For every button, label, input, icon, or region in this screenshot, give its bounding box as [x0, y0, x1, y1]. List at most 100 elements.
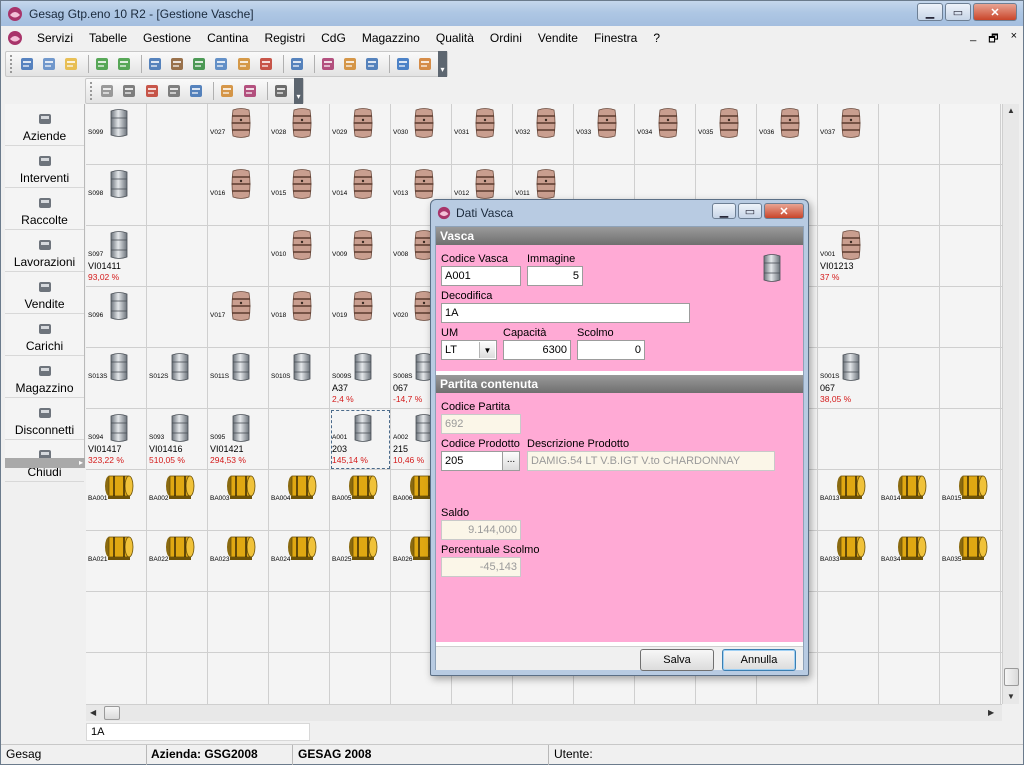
tank-cell-s010s[interactable]: S010S: [269, 348, 330, 409]
tank-cell-s009s[interactable]: S009S A37 2,4 %: [330, 348, 391, 409]
tank-cell-s013s[interactable]: S013S: [86, 348, 147, 409]
truck-icon[interactable]: [341, 54, 359, 74]
tank-cell-v016[interactable]: V016: [208, 165, 269, 226]
tank-cell-v031[interactable]: V031: [452, 104, 513, 165]
tank-cell-s098[interactable]: S098: [86, 165, 147, 226]
tank-cell-ba004[interactable]: BA004: [269, 470, 330, 531]
menu-vendite[interactable]: Vendite: [530, 31, 586, 45]
menu-registri[interactable]: Registri: [256, 31, 313, 45]
tank-cell-ba005[interactable]: BA005: [330, 470, 391, 531]
scroll-down-arrow-icon[interactable]: ▼: [1007, 692, 1015, 701]
menu-gestione[interactable]: Gestione: [135, 31, 199, 45]
menu-magazzino[interactable]: Magazzino: [354, 31, 428, 45]
dialog-maximize-button[interactable]: ▭: [738, 203, 762, 219]
tank-cell-v019[interactable]: V019: [330, 287, 391, 348]
scroll-right-arrow-icon[interactable]: ▶: [988, 708, 994, 717]
tank-cell-v001[interactable]: V001 VI01213 37 %: [818, 226, 879, 287]
mdi-restore-button[interactable]: 🗗: [988, 30, 998, 49]
tank-cell-s011s[interactable]: S011S: [208, 348, 269, 409]
tank-cell-ba021[interactable]: BA021: [86, 531, 147, 592]
tank-cell-ba035[interactable]: BA035: [940, 531, 1001, 592]
horizontal-scrollbar[interactable]: ◀ ▶: [86, 704, 1002, 721]
network-icon[interactable]: [288, 54, 306, 74]
tank-cell-v035[interactable]: V035: [696, 104, 757, 165]
annulla-button[interactable]: Annulla: [722, 649, 796, 671]
tank-cell-v034[interactable]: V034: [635, 104, 696, 165]
title-bar[interactable]: Gesag Gtp.eno 10 R2 - [Gestione Vasche] …: [1, 1, 1023, 26]
tank-cell-a001[interactable]: A001 203 145,14 %: [330, 409, 391, 470]
chevron-down-icon[interactable]: ▼: [479, 342, 495, 358]
tank-cell-s097[interactable]: S097 VI01411 93,02 %: [86, 226, 147, 287]
tank-cell-v017[interactable]: V017: [208, 287, 269, 348]
calendar-icon[interactable]: [363, 54, 381, 74]
codice-vasca-field[interactable]: A001: [441, 266, 521, 286]
vertical-scroll-thumb[interactable]: [1004, 668, 1019, 686]
export-icon[interactable]: [212, 54, 230, 74]
sidebar-item-disconnetti[interactable]: Disconnetti: [5, 398, 84, 440]
minimize-button[interactable]: ▁: [917, 3, 943, 21]
tank-cell-s001s[interactable]: S001S 067 38,05 %: [818, 348, 879, 409]
horizontal-scroll-thumb[interactable]: [104, 706, 120, 720]
dialog-title-bar[interactable]: Dati Vasca ▁ ▭ ✕: [431, 200, 808, 226]
tank-cell-v009[interactable]: V009: [330, 226, 391, 287]
sidebar-collapse-button[interactable]: ▸: [5, 458, 85, 468]
capacita-field[interactable]: 6300: [503, 340, 571, 360]
toolbar-overflow-button[interactable]: ▾: [293, 78, 304, 104]
tank-cell-v027[interactable]: V027: [208, 104, 269, 165]
sidebar-item-aziende[interactable]: Aziende: [5, 104, 84, 146]
tank-cell-s093[interactable]: S093 VI01416 510,05 %: [147, 409, 208, 470]
tank-cell-v028[interactable]: V028: [269, 104, 330, 165]
menu-tabelle[interactable]: Tabelle: [81, 31, 135, 45]
tank-cell-v030[interactable]: V030: [391, 104, 452, 165]
tank-cell-v014[interactable]: V014: [330, 165, 391, 226]
tank-cell-ba033[interactable]: BA033: [818, 531, 879, 592]
menu-cantina[interactable]: Cantina: [199, 31, 256, 45]
report-a-icon[interactable]: [234, 54, 252, 74]
sidebar-item-raccolte[interactable]: Raccolte: [5, 188, 84, 230]
transfer-icon[interactable]: [218, 81, 236, 101]
box-icon[interactable]: [168, 54, 186, 74]
menu-servizi[interactable]: Servizi: [29, 31, 81, 45]
info-icon[interactable]: [394, 54, 412, 74]
tank-cell-s094[interactable]: S094 VI01417 323,22 %: [86, 409, 147, 470]
tank-cell-v032[interactable]: V032: [513, 104, 574, 165]
tank-cell-ba001[interactable]: BA001: [86, 470, 147, 531]
tank-cell-ba003[interactable]: BA003: [208, 470, 269, 531]
sidebar-item-lavorazioni[interactable]: Lavorazioni: [5, 230, 84, 272]
bar-chart-icon[interactable]: [146, 54, 164, 74]
mdi-minimize-button[interactable]: _: [970, 30, 976, 49]
tank-cell-ba015[interactable]: BA015: [940, 470, 1001, 531]
move-icon[interactable]: [165, 81, 183, 101]
report-b-icon[interactable]: [257, 54, 275, 74]
tank-cell-ba034[interactable]: BA034: [879, 531, 940, 592]
wine-glass-icon[interactable]: [319, 54, 337, 74]
green-box-icon[interactable]: [190, 54, 208, 74]
tank-cell-v037[interactable]: V037: [818, 104, 879, 165]
scolmo-field[interactable]: 0: [577, 340, 645, 360]
mdi-close-button[interactable]: ×: [1011, 30, 1017, 49]
immagine-field[interactable]: 5: [527, 266, 583, 286]
tank-cell-v010[interactable]: V010: [269, 226, 330, 287]
merge-icon[interactable]: [240, 81, 258, 101]
copy-icon[interactable]: [98, 81, 116, 101]
tank-cell-ba023[interactable]: BA023: [208, 531, 269, 592]
tank-cell-ba014[interactable]: BA014: [879, 470, 940, 531]
tank-cell-s096[interactable]: S096: [86, 287, 147, 348]
sidebar-item-magazzino[interactable]: Magazzino: [5, 356, 84, 398]
toolbar-overflow-button[interactable]: ▾: [437, 51, 447, 77]
selected-cell-decodifica[interactable]: 1A: [86, 723, 310, 741]
tank-cell-s012s[interactable]: S012S: [147, 348, 208, 409]
decodifica-field[interactable]: 1A: [441, 303, 690, 323]
codice-prodotto-lookup-button[interactable]: ...: [502, 451, 520, 471]
tank-cell-ba002[interactable]: BA002: [147, 470, 208, 531]
menu-ordini[interactable]: Ordini: [482, 31, 530, 45]
scroll-up-arrow-icon[interactable]: ▲: [1007, 106, 1015, 115]
tank-cell-ba022[interactable]: BA022: [147, 531, 208, 592]
tank-cell-ba013[interactable]: BA013: [818, 470, 879, 531]
refresh-icon[interactable]: [187, 81, 205, 101]
sidebar-item-carichi[interactable]: Carichi: [5, 314, 84, 356]
app-menu-icon[interactable]: [7, 30, 23, 46]
dialog-close-button[interactable]: ✕: [764, 203, 804, 219]
tank-cell-v018[interactable]: V018: [269, 287, 330, 348]
tank-cell-s095[interactable]: S095 VI01421 294,53 %: [208, 409, 269, 470]
